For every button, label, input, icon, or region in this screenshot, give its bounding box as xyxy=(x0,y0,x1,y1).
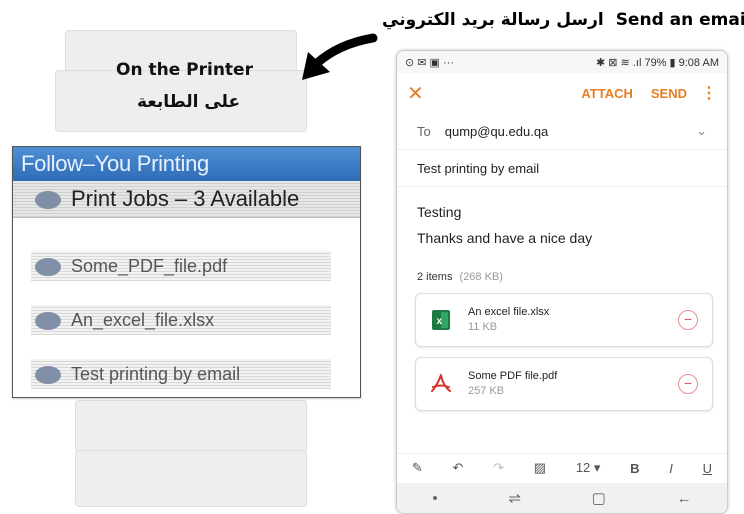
printer-tray-2 xyxy=(75,450,307,507)
items-count: 2 items xyxy=(417,271,453,283)
status-bar: ⊙ ✉ ▣ ··· ✱ ⊠ ≋ .ıl 79% ▮ 9:08 AM xyxy=(397,51,727,73)
printer-screen: Follow–You Printing Print Jobs – 3 Avail… xyxy=(12,146,361,398)
format-toolbar: ✎ ↶ ↷ ▨ 12 ▾ B I U xyxy=(397,453,727,482)
chevron-down-icon[interactable]: ⌄ xyxy=(696,123,707,139)
printer-screen-title: Follow–You Printing xyxy=(13,147,360,181)
attachment-size: 257 KB xyxy=(468,385,505,397)
bullet-icon xyxy=(35,366,61,385)
print-job-item[interactable]: Some_PDF_file.pdf xyxy=(31,251,331,281)
print-jobs-label: Print Jobs – 3 Available xyxy=(71,186,300,211)
print-jobs-header[interactable]: Print Jobs – 3 Available xyxy=(13,181,360,218)
font-size-value: 12 xyxy=(575,460,591,475)
more-options-icon[interactable]: ⋮ xyxy=(701,83,717,103)
print-job-label: Some_PDF_file.pdf xyxy=(71,256,228,276)
status-right: ✱ ⊠ ≋ .ıl 79% ▮ 9:08 AM xyxy=(596,56,719,69)
phone-screen: ⊙ ✉ ▣ ··· ✱ ⊠ ≋ .ıl 79% ▮ 9:08 AM ✕ ATTA… xyxy=(396,50,728,514)
home-icon[interactable]: ▢ xyxy=(592,489,606,507)
printer-tray-1 xyxy=(75,400,307,452)
print-job-item[interactable]: An_excel_file.xlsx xyxy=(31,305,331,335)
heading-arabic: ارسل رسالة بريد الكتروني xyxy=(382,10,604,30)
redo-icon[interactable]: ↷ xyxy=(493,460,504,476)
email-body[interactable]: Testing Thanks and have a nice day xyxy=(397,187,727,251)
excel-icon: x xyxy=(428,307,454,333)
printer-label-english: On the Printer xyxy=(116,60,253,80)
printer-label-arabic: على الطابعة xyxy=(137,92,241,112)
attachment-name: Some PDF file.pdf xyxy=(468,370,558,382)
print-job-label: An_excel_file.xlsx xyxy=(71,310,215,330)
send-button[interactable]: SEND xyxy=(651,86,687,101)
bullet-icon xyxy=(35,312,61,331)
underline-button[interactable]: U xyxy=(703,461,712,476)
arrow-icon xyxy=(302,33,378,80)
attachment-size: 11 KB xyxy=(468,321,498,333)
compose-appbar: ✕ ATTACH SEND ⋮ xyxy=(397,73,727,113)
subject-value: Test printing by email xyxy=(417,160,540,176)
to-value: qump@qu.edu.qa xyxy=(444,123,549,139)
attach-button[interactable]: ATTACH xyxy=(581,86,633,101)
subject-field[interactable]: Test printing by email xyxy=(397,150,727,187)
bullet-icon xyxy=(35,258,61,277)
status-left: ⊙ ✉ ▣ ··· xyxy=(405,56,454,69)
svg-text:x: x xyxy=(437,316,443,327)
attachment-card[interactable]: x An excel file.xlsx 11 KB − xyxy=(415,293,713,347)
dot-icon[interactable]: • xyxy=(432,490,437,507)
back-icon[interactable]: ← xyxy=(677,490,692,507)
body-line: Testing xyxy=(417,204,462,220)
italic-button[interactable]: I xyxy=(669,461,673,476)
image-icon[interactable]: ▨ xyxy=(534,460,546,476)
bold-button[interactable]: B xyxy=(630,461,639,476)
undo-icon[interactable]: ↶ xyxy=(453,460,464,476)
attachments-summary: 2 items (268 KB) xyxy=(397,251,727,293)
recents-icon[interactable]: ⇌ xyxy=(508,489,521,507)
to-label: To xyxy=(417,123,431,139)
bullet-icon xyxy=(35,191,61,210)
heading-english: Send an email xyxy=(615,10,744,30)
attachment-name: An excel file.xlsx xyxy=(468,306,550,318)
remove-attachment-icon[interactable]: − xyxy=(678,374,698,394)
pen-icon[interactable]: ✎ xyxy=(412,460,423,476)
print-job-item[interactable]: Test printing by email xyxy=(31,359,331,389)
page-heading: ارسل رسالة بريد الكتروني Send an email xyxy=(382,10,744,30)
attachment-card[interactable]: Some PDF file.pdf 257 KB − xyxy=(415,357,713,411)
items-size: (268 KB) xyxy=(459,271,503,283)
body-line: Thanks and have a nice day xyxy=(417,230,593,246)
remove-attachment-icon[interactable]: − xyxy=(678,310,698,330)
print-job-label: Test printing by email xyxy=(71,364,241,384)
close-icon[interactable]: ✕ xyxy=(407,81,431,106)
system-navbar: • ⇌ ▢ ← xyxy=(397,483,727,513)
to-field[interactable]: To qump@qu.edu.qa ⌄ xyxy=(397,113,727,150)
font-size-dropdown[interactable]: 12 ▾ xyxy=(576,460,601,476)
pdf-icon xyxy=(428,371,454,397)
